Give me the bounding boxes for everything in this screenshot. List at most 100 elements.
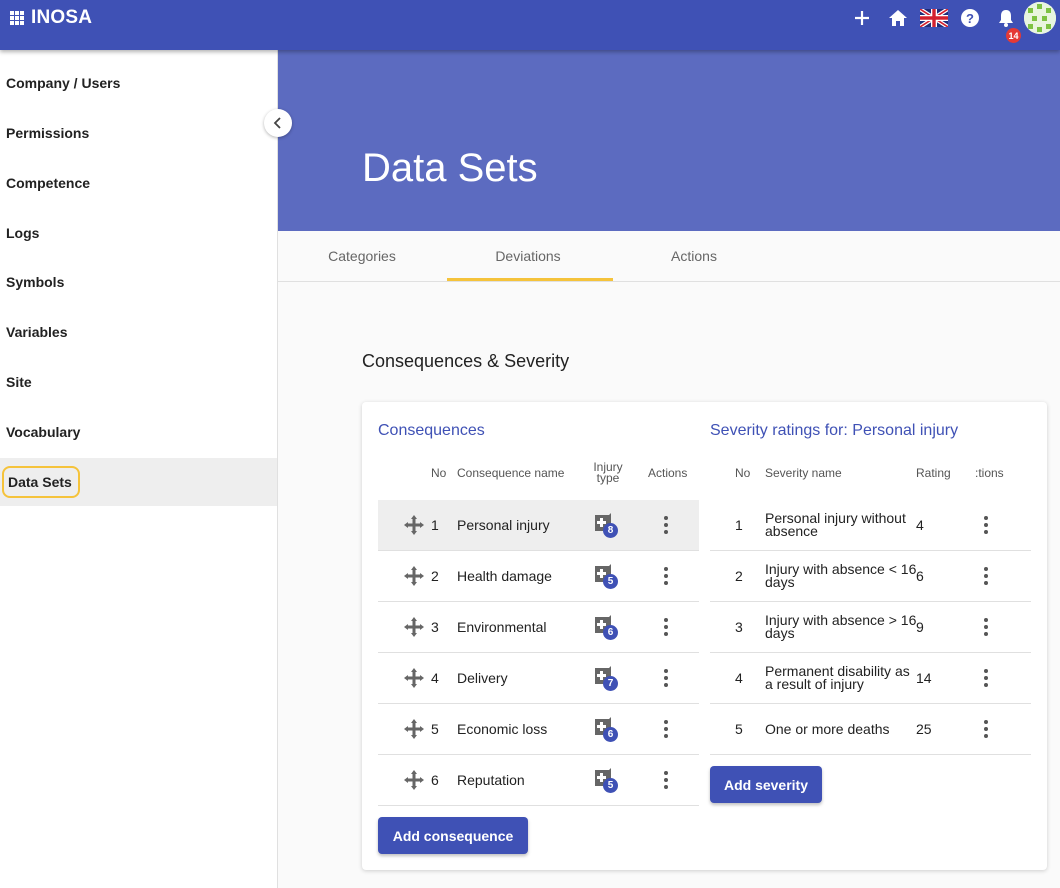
- sidebar: Company / Users Permissions Competence L…: [0, 50, 278, 888]
- severity-name: One or more deaths: [765, 720, 890, 737]
- drag-handle-icon[interactable]: [403, 551, 425, 601]
- row-actions-button[interactable]: [658, 602, 674, 652]
- severity-name: Injury with absence > 16 days: [765, 612, 917, 641]
- app-brand[interactable]: INOSA: [10, 6, 92, 30]
- header-severity-name: Severity name: [765, 466, 842, 480]
- sidebar-item-label: Permissions: [6, 125, 90, 141]
- data-set-card: Consequences No Consequence name Injury …: [362, 402, 1047, 870]
- apps-grid-icon[interactable]: [10, 10, 25, 26]
- section-title: Consequences & Severity: [362, 351, 570, 371]
- consequences-table-header: No Consequence name Injury type Actions: [378, 458, 699, 488]
- top-app-bar: INOSA ? 14: [0, 0, 1060, 50]
- tab-actions[interactable]: Actions: [611, 231, 777, 281]
- header-rating: Rating: [916, 466, 951, 480]
- more-vert-icon: [978, 668, 994, 688]
- row-actions-button[interactable]: [978, 500, 994, 550]
- sidebar-item-label: Company / Users: [6, 75, 121, 91]
- tab-deviations[interactable]: Deviations: [445, 231, 611, 281]
- injury-type-button[interactable]: 6: [593, 602, 619, 652]
- consequence-no: 5: [431, 721, 439, 737]
- sidebar-item-label: Data Sets: [2, 466, 80, 498]
- sidebar-item-label: Variables: [6, 324, 68, 340]
- more-vert-icon: [658, 515, 674, 535]
- drag-handle-icon[interactable]: [403, 500, 425, 550]
- tab-categories[interactable]: Categories: [279, 231, 445, 281]
- row-actions-button[interactable]: [978, 653, 994, 703]
- row-actions-button[interactable]: [978, 551, 994, 601]
- header-actions: Actions: [648, 466, 688, 480]
- consequence-row[interactable]: 5 Economic loss 6: [378, 704, 699, 755]
- plus-icon[interactable]: [844, 9, 880, 27]
- sidebar-item-variables[interactable]: Variables: [0, 308, 277, 356]
- add-consequence-button[interactable]: Add consequence: [378, 817, 528, 854]
- severity-no: 1: [735, 517, 743, 533]
- injury-type-count-badge: 6: [603, 727, 618, 742]
- severity-row[interactable]: 5 One or more deaths 25: [710, 704, 1031, 755]
- sidebar-item-vocabulary[interactable]: Vocabulary: [0, 408, 277, 456]
- injury-type-button[interactable]: 6: [593, 704, 619, 754]
- page-title: Data Sets: [362, 146, 538, 190]
- uk-flag-icon[interactable]: [916, 9, 952, 27]
- more-vert-icon: [978, 719, 994, 739]
- notifications-bell-icon[interactable]: 14: [988, 8, 1024, 43]
- more-vert-icon: [978, 515, 994, 535]
- tab-bar: Categories Deviations Actions: [278, 231, 1060, 282]
- consequence-no: 2: [431, 568, 439, 584]
- row-actions-button[interactable]: [658, 551, 674, 601]
- drag-handle-icon[interactable]: [403, 653, 425, 703]
- severity-row[interactable]: 3 Injury with absence > 16 days 9: [710, 602, 1031, 653]
- severity-name: Personal injury without absence: [765, 510, 906, 539]
- drag-handle-icon[interactable]: [403, 755, 425, 805]
- injury-type-button[interactable]: 8: [593, 500, 619, 550]
- row-actions-button[interactable]: [658, 704, 674, 754]
- consequence-no: 4: [431, 670, 439, 686]
- consequence-row[interactable]: 1 Personal injury 8: [378, 500, 699, 551]
- severity-row[interactable]: 1 Personal injury without absence 4: [710, 500, 1031, 551]
- sidebar-item-competence[interactable]: Competence: [0, 159, 277, 207]
- injury-type-icon: 8: [593, 511, 619, 539]
- row-actions-button[interactable]: [658, 500, 674, 550]
- severity-rating: 14: [916, 670, 932, 686]
- sidebar-item-symbols[interactable]: Symbols: [0, 258, 277, 306]
- sidebar-item-permissions[interactable]: Permissions: [0, 109, 277, 157]
- sidebar-item-logs[interactable]: Logs: [0, 209, 277, 257]
- row-actions-button[interactable]: [978, 602, 994, 652]
- severity-rating: 25: [916, 721, 932, 737]
- more-vert-icon: [658, 770, 674, 790]
- sidebar-item-company-users[interactable]: Company / Users: [0, 59, 277, 107]
- severity-row[interactable]: 4 Permanent disability as a result of in…: [710, 653, 1031, 704]
- row-actions-button[interactable]: [978, 704, 994, 754]
- severity-rating: 4: [916, 517, 924, 533]
- injury-type-button[interactable]: 7: [593, 653, 619, 703]
- severity-row[interactable]: 2 Injury with absence < 16 days 6: [710, 551, 1031, 602]
- row-actions-button[interactable]: [658, 653, 674, 703]
- consequence-name: Health damage: [457, 568, 552, 584]
- injury-type-icon: 5: [593, 766, 619, 794]
- injury-type-icon: 6: [593, 613, 619, 641]
- severity-no: 3: [735, 619, 743, 635]
- consequence-row[interactable]: 2 Health damage 5: [378, 551, 699, 602]
- user-avatar[interactable]: [1024, 2, 1056, 34]
- consequence-row[interactable]: 4 Delivery 7: [378, 653, 699, 704]
- header-no: No: [431, 466, 447, 480]
- drag-handle-icon[interactable]: [403, 704, 425, 754]
- severity-rating: 6: [916, 568, 924, 584]
- consequence-no: 3: [431, 619, 439, 635]
- consequence-row[interactable]: 6 Reputation 5: [378, 755, 699, 806]
- sidebar-item-label: Symbols: [6, 274, 65, 290]
- header-actions: :tions: [975, 466, 1004, 480]
- more-vert-icon: [978, 566, 994, 586]
- help-icon[interactable]: ?: [952, 8, 988, 28]
- header-injury-type: Injury type: [593, 460, 623, 485]
- add-severity-button[interactable]: Add severity: [710, 766, 822, 803]
- sidebar-item-site[interactable]: Site: [0, 358, 277, 406]
- consequence-name: Environmental: [457, 619, 547, 635]
- drag-handle-icon[interactable]: [403, 602, 425, 652]
- injury-type-button[interactable]: 5: [593, 755, 619, 805]
- row-actions-button[interactable]: [658, 755, 674, 805]
- collapse-sidebar-button[interactable]: [264, 109, 292, 137]
- sidebar-item-data-sets[interactable]: Data Sets: [0, 458, 277, 506]
- injury-type-button[interactable]: 5: [593, 551, 619, 601]
- consequence-row[interactable]: 3 Environmental 6: [378, 602, 699, 653]
- home-icon[interactable]: [880, 9, 916, 27]
